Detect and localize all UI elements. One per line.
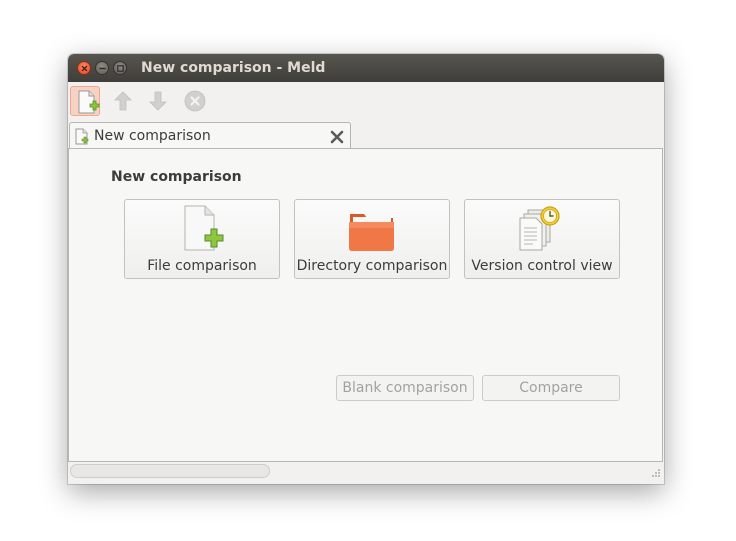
folder-icon bbox=[349, 214, 394, 251]
new-comparison-button[interactable] bbox=[70, 86, 100, 116]
minimize-icon bbox=[99, 67, 106, 70]
version-control-icon bbox=[519, 206, 560, 251]
close-icon bbox=[81, 65, 88, 72]
previous-change-button[interactable] bbox=[108, 86, 138, 116]
meld-window: New comparison - Meld New comparison New… bbox=[68, 54, 664, 484]
close-window-button[interactable] bbox=[77, 61, 91, 75]
minimize-window-button[interactable] bbox=[95, 61, 109, 75]
compare-button[interactable]: Compare bbox=[482, 375, 620, 401]
close-tab-icon[interactable] bbox=[329, 129, 345, 145]
tab-bar: New comparison bbox=[68, 120, 664, 149]
tab-new-comparison[interactable]: New comparison bbox=[69, 122, 351, 149]
file-comparison-label: File comparison bbox=[147, 258, 257, 274]
toolbar bbox=[68, 82, 664, 120]
arrow-up-icon bbox=[114, 91, 132, 111]
stop-icon bbox=[184, 90, 206, 112]
maximize-window-button[interactable] bbox=[113, 61, 127, 75]
version-control-view-label: Version control view bbox=[471, 258, 613, 274]
directory-comparison-label: Directory comparison bbox=[296, 258, 448, 274]
new-file-icon bbox=[75, 128, 89, 145]
new-comparison-panel: New comparison File comparison Directory… bbox=[68, 148, 663, 462]
directory-comparison-button[interactable]: Directory comparison bbox=[294, 199, 450, 279]
window-title: New comparison - Meld bbox=[141, 60, 326, 76]
arrow-down-icon bbox=[149, 91, 167, 111]
maximize-icon bbox=[117, 65, 124, 72]
titlebar: New comparison - Meld bbox=[68, 54, 664, 82]
stop-button[interactable] bbox=[180, 86, 210, 116]
file-add-icon bbox=[184, 205, 224, 251]
status-bar bbox=[68, 462, 664, 484]
new-comparison-icon bbox=[78, 90, 100, 114]
horizontal-scrollbar[interactable] bbox=[70, 464, 270, 478]
tab-label: New comparison bbox=[94, 128, 211, 144]
section-heading: New comparison bbox=[111, 169, 242, 185]
file-comparison-button[interactable]: File comparison bbox=[124, 199, 280, 279]
blank-comparison-button[interactable]: Blank comparison bbox=[336, 375, 474, 401]
resize-grip-icon[interactable] bbox=[651, 468, 661, 478]
version-control-view-button[interactable]: Version control view bbox=[464, 199, 620, 279]
next-change-button[interactable] bbox=[143, 86, 173, 116]
